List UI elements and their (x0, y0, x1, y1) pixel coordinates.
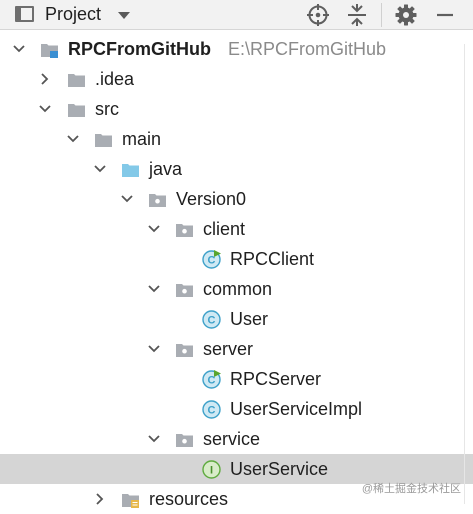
tree-item-main[interactable]: main (0, 124, 473, 154)
folder-icon (68, 74, 85, 87)
chevron-down-icon[interactable] (38, 102, 52, 116)
tree-item-common[interactable]: common (0, 274, 473, 304)
tree-item-label: common (203, 279, 273, 299)
project-path: E:\RPCFromGitHub (228, 39, 387, 59)
tree-item-service[interactable]: service (0, 424, 473, 454)
tree-item-label: service (203, 429, 261, 449)
tree-item-client[interactable]: client (0, 214, 473, 244)
minimize-icon[interactable] (433, 3, 457, 27)
tree-item-label: src (95, 99, 119, 119)
package-icon (176, 284, 193, 297)
tree-item-label: resources (149, 489, 229, 509)
chevron-down-icon[interactable] (147, 222, 161, 236)
package-icon (176, 434, 193, 447)
project-module-folder-icon (41, 44, 58, 58)
runnable-class-icon: C (202, 370, 221, 389)
locate-icon[interactable] (306, 3, 330, 27)
svg-text:C: C (208, 405, 216, 417)
chevron-down-icon[interactable] (93, 162, 107, 176)
class-icon: C (202, 400, 221, 419)
svg-text:C: C (208, 315, 216, 327)
tree-item-rpc-server[interactable]: C RPCServer (0, 364, 473, 394)
project-toolwindow-header: Project (0, 0, 473, 30)
tree-item-idea[interactable]: .idea (0, 64, 473, 94)
chevron-right-icon[interactable] (93, 492, 107, 506)
dropdown-caret-icon[interactable] (118, 12, 130, 19)
resources-folder-icon (122, 494, 139, 508)
package-icon (149, 194, 166, 207)
toolbar-separator (381, 3, 382, 27)
toolwindow-title[interactable]: Project (45, 4, 101, 25)
folder-icon (68, 104, 85, 117)
tree-item-label: UserService (230, 459, 329, 479)
chevron-down-icon[interactable] (147, 342, 161, 356)
tree-item-label: RPCServer (230, 369, 322, 389)
package-icon (176, 344, 193, 357)
tree-item-label: server (203, 339, 254, 359)
tree-item-server[interactable]: server (0, 334, 473, 364)
source-folder-icon (122, 164, 139, 177)
tree-item-rpc-client[interactable]: C RPCClient (0, 244, 473, 274)
tree-item-src[interactable]: src (0, 94, 473, 124)
tree-item-label: UserServiceImpl (230, 399, 363, 419)
interface-icon: I (202, 460, 221, 479)
chevron-down-icon[interactable] (120, 192, 134, 206)
tree-item-version0[interactable]: Version0 (0, 184, 473, 214)
tree-item-java[interactable]: java (0, 154, 473, 184)
scrollbar-track[interactable] (464, 44, 465, 504)
tree-item-label: java (149, 159, 183, 179)
tree-item-project-root[interactable]: RPCFromGitHub E:\RPCFromGitHub (0, 34, 473, 64)
tree-item-user-service-impl[interactable]: C UserServiceImpl (0, 394, 473, 424)
folder-icon (95, 134, 112, 147)
chevron-right-icon[interactable] (38, 72, 52, 86)
tree-item-label: client (203, 219, 246, 239)
collapse-all-icon[interactable] (345, 3, 369, 27)
tree-item-label: RPCClient (230, 249, 315, 269)
tree-item-label: Version0 (176, 189, 247, 209)
project-name: RPCFromGitHub (68, 39, 211, 59)
chevron-down-icon[interactable] (147, 282, 161, 296)
class-icon: C (202, 310, 221, 329)
chevron-down-icon[interactable] (12, 42, 26, 56)
tree-item-label: User (230, 309, 269, 329)
gear-icon[interactable] (394, 3, 418, 27)
tree-item-label: .idea (95, 69, 135, 89)
chevron-down-icon[interactable] (66, 132, 80, 146)
tree-item-user[interactable]: C User (0, 304, 473, 334)
svg-text:I: I (210, 465, 213, 477)
tree-item-label: main (122, 129, 162, 149)
chevron-down-icon[interactable] (147, 432, 161, 446)
runnable-class-icon: C (202, 250, 221, 269)
watermark: @稀土掘金技术社区 (361, 483, 461, 495)
project-view-icon[interactable] (15, 6, 34, 22)
package-icon (176, 224, 193, 237)
